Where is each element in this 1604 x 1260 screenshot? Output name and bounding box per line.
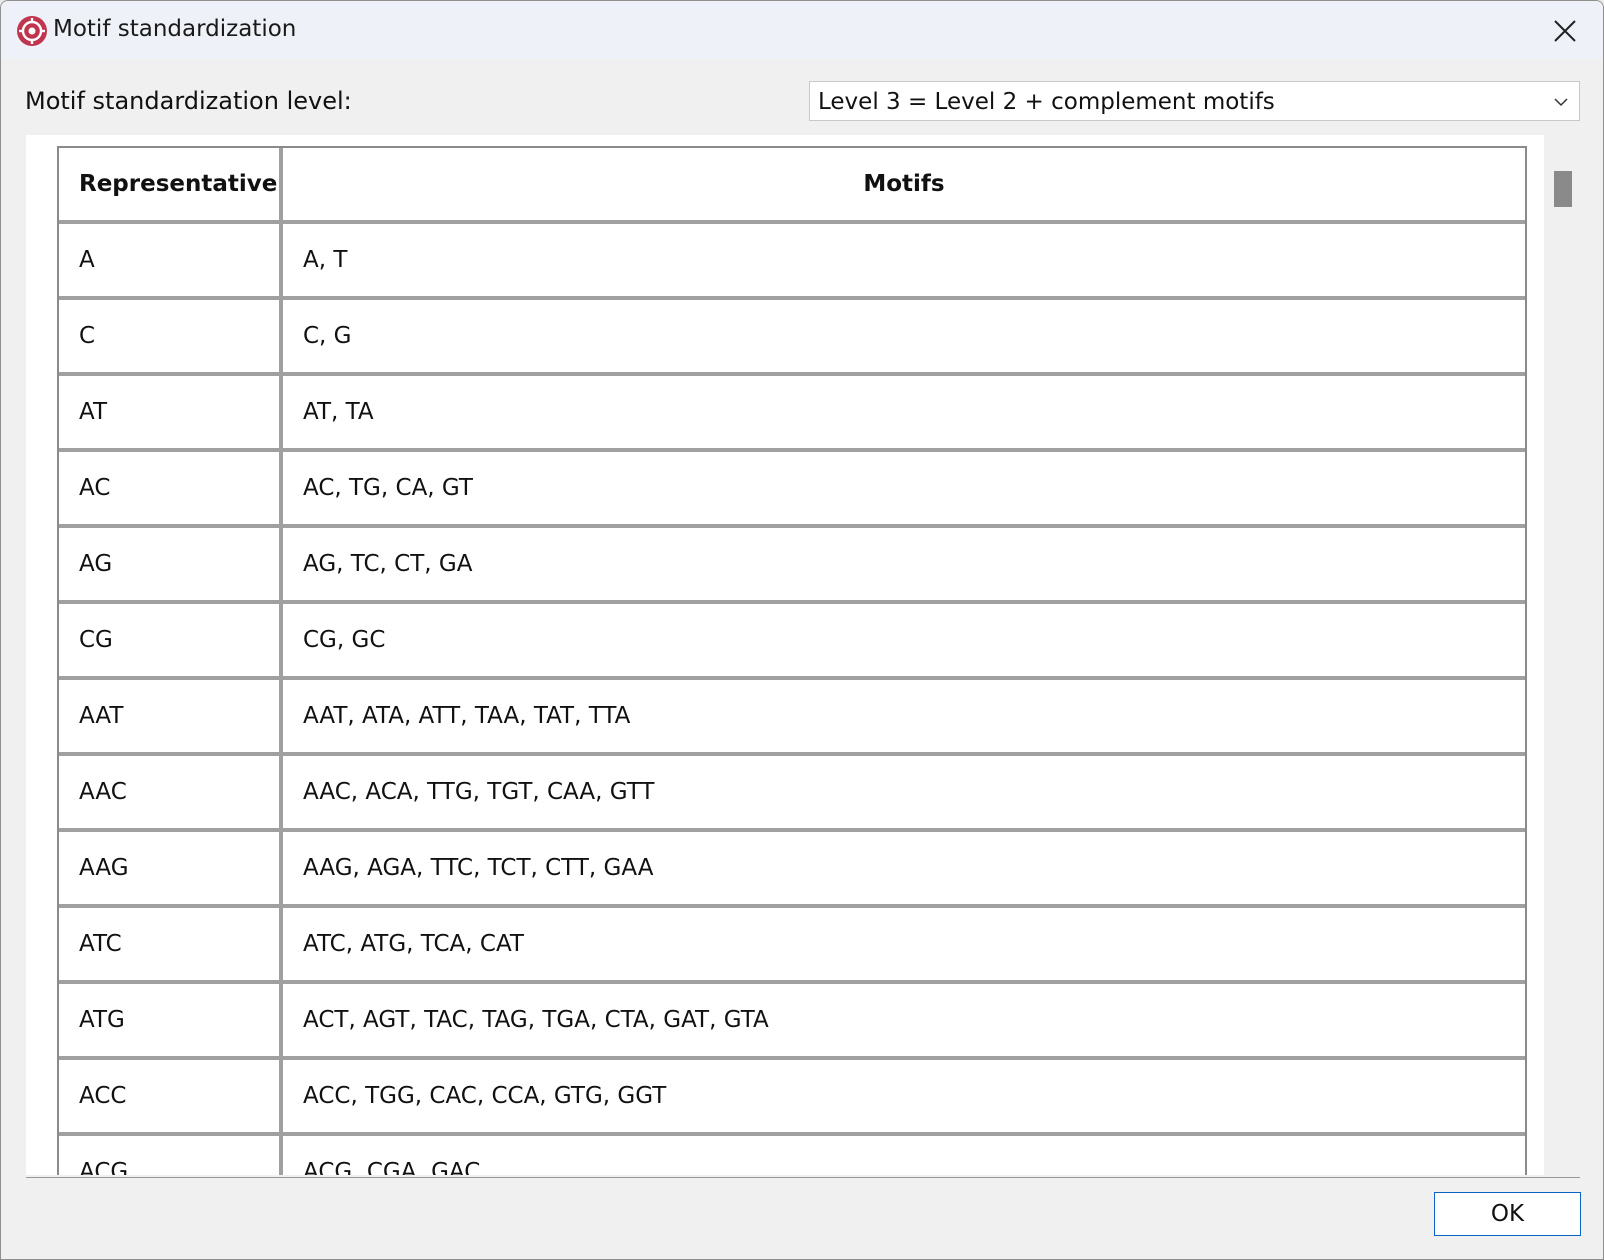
representative-cell: A xyxy=(59,224,279,296)
table-row[interactable]: ACC ACC, TGG, CAC, CCA, GTG, GGT xyxy=(59,1060,1525,1132)
close-button[interactable] xyxy=(1545,11,1585,51)
motif-table-panel: Representative Motifs A A, T C C, G AT AT, TA… xyxy=(26,135,1580,1175)
motif-table: Representative Motifs A A, T C C, G AT AT, TA… xyxy=(57,146,1527,1175)
representative-cell: AG xyxy=(59,528,279,600)
table-row[interactable]: AAC AAC, ACA, TTG, TGT, CAA, GTT xyxy=(59,756,1525,828)
divider xyxy=(26,1177,1580,1178)
representative-cell: AAG xyxy=(59,832,279,904)
dialog-window: Motif standardization Motif standardizat… xyxy=(0,0,1604,1260)
representative-cell: AAT xyxy=(59,680,279,752)
motifs-cell: AG, TC, CT, GA xyxy=(283,528,1525,600)
motifs-cell: AC, TG, CA, GT xyxy=(283,452,1525,524)
table-row[interactable]: ATC ATC, ATG, TCA, CAT xyxy=(59,908,1525,980)
table-row[interactable]: ACG ACG, CGA, GAC xyxy=(59,1136,1525,1175)
table-row[interactable]: AAT AAT, ATA, ATT, TAA, TAT, TTA xyxy=(59,680,1525,752)
motifs-cell: AT, TA xyxy=(283,376,1525,448)
ok-button[interactable]: OK xyxy=(1434,1192,1581,1236)
representative-cell: AT xyxy=(59,376,279,448)
representative-cell: ATG xyxy=(59,984,279,1056)
representative-cell: AAC xyxy=(59,756,279,828)
table-row[interactable]: AAG AAG, AGA, TTC, TCT, CTT, GAA xyxy=(59,832,1525,904)
motifs-cell: ACT, AGT, TAC, TAG, TGA, CTA, GAT, GTA xyxy=(283,984,1525,1056)
motifs-cell: AAG, AGA, TTC, TCT, CTT, GAA xyxy=(283,832,1525,904)
table-row[interactable]: A A, T xyxy=(59,224,1525,296)
standardization-level-label: Motif standardization level: xyxy=(25,87,352,115)
motifs-cell: A, T xyxy=(283,224,1525,296)
table-row[interactable]: AC AC, TG, CA, GT xyxy=(59,452,1525,524)
table-header-row: Representative Motifs xyxy=(59,148,1525,220)
table-row[interactable]: AG AG, TC, CT, GA xyxy=(59,528,1525,600)
header-motifs[interactable]: Motifs xyxy=(283,148,1525,220)
table-row[interactable]: AT AT, TA xyxy=(59,376,1525,448)
table-row[interactable]: ATG ACT, AGT, TAC, TAG, TGA, CTA, GAT, GT… xyxy=(59,984,1525,1056)
app-logo-icon xyxy=(17,16,47,46)
representative-cell: AC xyxy=(59,452,279,524)
representative-cell: C xyxy=(59,300,279,372)
title-bar: Motif standardization xyxy=(1,1,1603,59)
table-row[interactable]: CG CG, GC xyxy=(59,604,1525,676)
motifs-cell: ATC, ATG, TCA, CAT xyxy=(283,908,1525,980)
vertical-scrollbar[interactable] xyxy=(1544,135,1580,1175)
dropdown-selected-value: Level 3 = Level 2 + complement motifs xyxy=(818,89,1275,115)
representative-cell: CG xyxy=(59,604,279,676)
motifs-cell: CG, GC xyxy=(283,604,1525,676)
motifs-cell: ACC, TGG, CAC, CCA, GTG, GGT xyxy=(283,1060,1525,1132)
header-representative[interactable]: Representative xyxy=(59,148,279,220)
table-row[interactable]: C C, G xyxy=(59,300,1525,372)
motifs-cell: AAC, ACA, TTG, TGT, CAA, GTT xyxy=(283,756,1525,828)
motifs-cell: C, G xyxy=(283,300,1525,372)
representative-cell: ATC xyxy=(59,908,279,980)
scrollbar-thumb[interactable] xyxy=(1554,171,1572,207)
representative-cell: ACG xyxy=(59,1136,279,1175)
chevron-down-icon xyxy=(1554,98,1568,107)
close-icon xyxy=(1554,20,1576,42)
motifs-cell: AAT, ATA, ATT, TAA, TAT, TTA xyxy=(283,680,1525,752)
representative-cell: ACC xyxy=(59,1060,279,1132)
window-title: Motif standardization xyxy=(53,16,297,42)
standardization-level-dropdown[interactable]: Level 3 = Level 2 + complement motifs xyxy=(809,81,1580,121)
motifs-cell: ACG, CGA, GAC xyxy=(283,1136,1525,1175)
